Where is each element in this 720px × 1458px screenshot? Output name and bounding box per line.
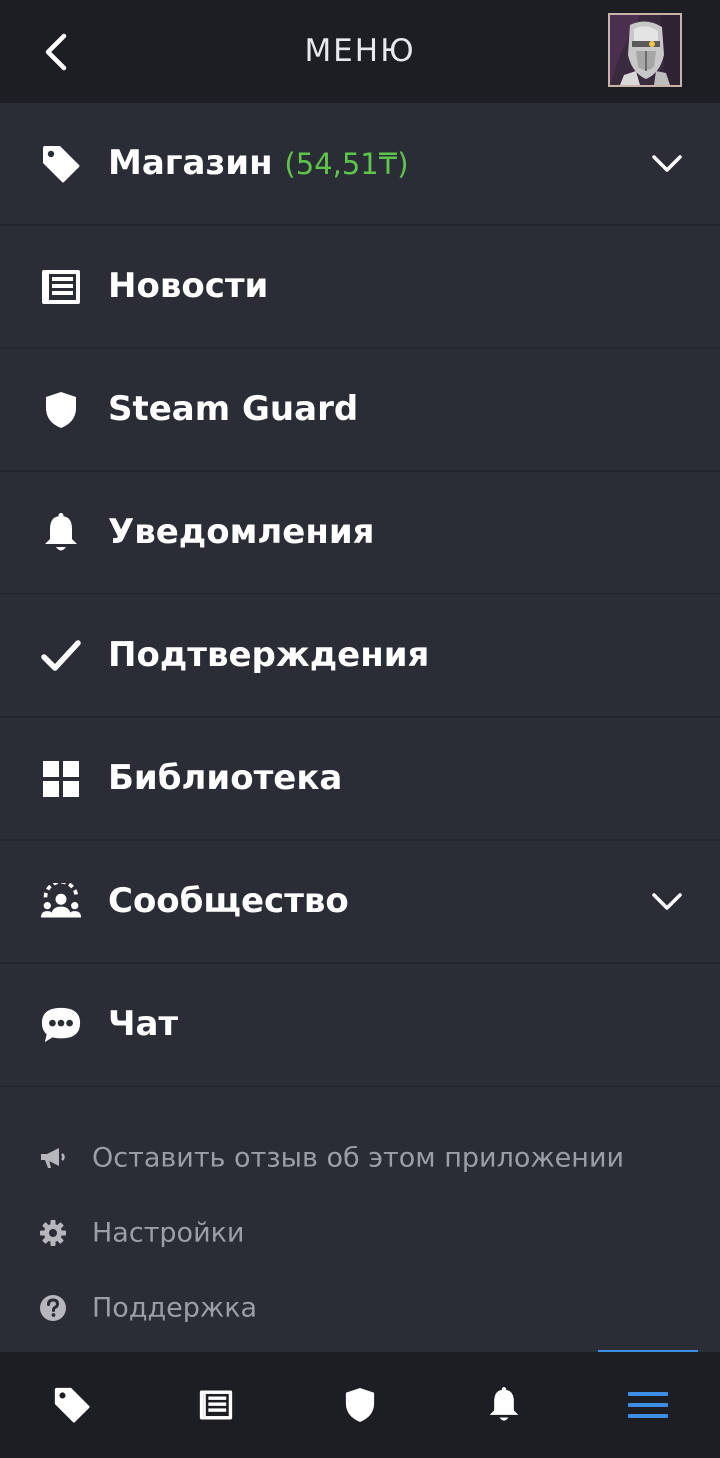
chat-icon [40,1004,82,1046]
shield-icon [40,389,82,431]
gear-icon [38,1218,68,1248]
menu-item-library[interactable]: Библиотека [0,718,720,841]
main-menu: Магазин (54,51₸) Новости Steam Guard Уве… [0,103,720,1087]
megaphone-icon [38,1143,68,1173]
check-icon [40,635,82,677]
menu-item-label: Сообщество [108,880,349,921]
secondary-links: Оставить отзыв об этом приложении Настро… [0,1120,720,1345]
chevron-down-icon[interactable] [650,885,684,919]
bell-icon [489,1387,519,1421]
menu-item-label: Магазин (54,51₸) [108,142,409,183]
feedback-link[interactable]: Оставить отзыв об этом приложении [0,1120,720,1195]
tab-notifications[interactable] [432,1352,576,1458]
menu-item-label: Steam Guard [108,388,359,429]
menu-item-notifications[interactable]: Уведомления [0,472,720,595]
news-icon [40,266,82,308]
bottom-nav [0,1352,720,1458]
help-icon [38,1293,68,1323]
tag-icon [54,1387,90,1423]
menu-item-label: Новости [108,265,269,306]
menu-item-store[interactable]: Магазин (54,51₸) [0,103,720,226]
user-avatar[interactable] [608,13,682,87]
menu-item-confirmations[interactable]: Подтверждения [0,595,720,718]
tab-menu[interactable] [576,1352,720,1458]
support-label: Поддержка [92,1292,258,1323]
settings-label: Настройки [92,1217,245,1248]
tag-icon [40,143,82,185]
menu-item-label: Библиотека [108,757,343,798]
menu-icon [628,1392,668,1418]
menu-item-label: Уведомления [108,511,375,552]
news-icon [199,1390,233,1420]
top-app-bar: МЕНЮ [0,0,720,103]
menu-item-news[interactable]: Новости [0,226,720,349]
shield-icon [345,1388,375,1422]
settings-link[interactable]: Настройки [0,1195,720,1270]
community-icon [40,881,82,923]
back-button[interactable] [26,24,86,80]
support-link[interactable]: Поддержка [0,1270,720,1345]
avatar-image [610,15,680,85]
menu-item-chat[interactable]: Чат [0,964,720,1087]
grid-icon [40,758,82,800]
tab-store[interactable] [0,1352,144,1458]
tab-steam-guard[interactable] [288,1352,432,1458]
tab-news[interactable] [144,1352,288,1458]
bell-icon [40,512,82,554]
feedback-label: Оставить отзыв об этом приложении [92,1142,625,1173]
menu-item-label: Чат [108,1003,179,1044]
menu-item-community[interactable]: Сообщество [0,841,720,964]
menu-item-steam-guard[interactable]: Steam Guard [0,349,720,472]
chevron-left-icon [45,33,67,71]
chevron-down-icon[interactable] [650,147,684,181]
wallet-balance: (54,51₸) [284,146,409,181]
menu-item-label: Подтверждения [108,634,430,675]
